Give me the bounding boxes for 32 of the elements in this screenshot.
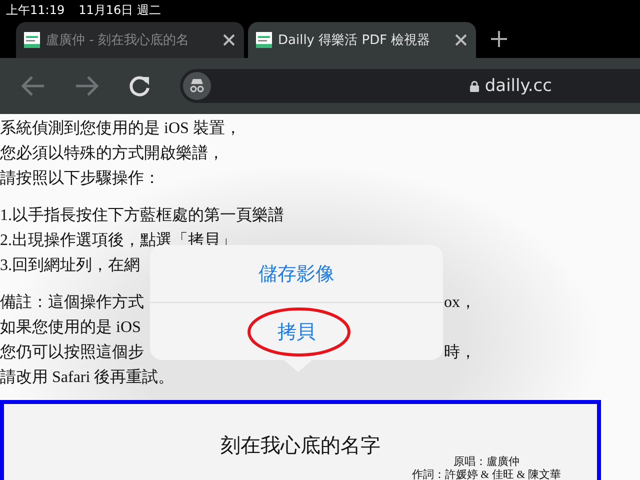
instruction-text: ox， [444,293,476,313]
incognito-icon [183,72,211,100]
sheet-music-page[interactable]: 刻在我心底的名字 原唱：盧廣仲 作詞：許媛婷 & 佳旺 & 陳文華 [0,400,601,480]
menu-item[interactable]: 儲存影像 [250,256,342,290]
back-icon[interactable] [20,75,46,97]
song-credit: 作詞：許媛婷 & 佳旺 & 陳文華 [412,469,561,480]
instruction-text: 您仍可以按照這個步 [0,342,144,363]
instruction-text: 請改用 Safari 後再重試。 [0,368,174,388]
status-time: 上午11:19 [6,2,65,18]
reload-icon[interactable] [128,74,152,98]
favicon-icon [256,32,272,48]
instruction-text: 系統偵測到您使用的是 iOS 裝置， [0,118,241,139]
forward-icon[interactable] [74,75,100,97]
favicon-icon [24,32,40,48]
song-title: 刻在我心底的名字 [220,434,380,458]
instruction-text: 如果您使用的是 iOS [0,318,141,338]
browser-tab[interactable]: Dailly 得樂活 PDF 檢視器 [248,22,476,58]
lock-icon [470,80,479,92]
url-text: dailly.cc [484,76,552,96]
instruction-text: 您必須以特殊的方式開啟樂譜， [0,144,224,164]
instruction-text: 備註：這個操作方式 [0,292,144,313]
close-icon[interactable] [222,33,236,47]
instruction-text: 請按照以下步驟操作： [0,168,160,189]
new-tab-icon[interactable] [490,30,508,48]
instruction-text: 3.回到網址列，在網 [0,256,140,276]
song-credit: 原唱：盧廣仲 [452,456,520,469]
address-field[interactable]: dailly.cc [180,69,640,103]
close-icon[interactable] [454,33,468,47]
status-date: 11月16日 週二 [78,2,161,18]
instruction-text: 1.以手指長按住下方藍框處的第一頁樂譜 [0,206,284,226]
browser-tab[interactable]: 盧廣仲 - 刻在我心底的名 [16,22,244,58]
instruction-text: 時， [444,342,476,363]
